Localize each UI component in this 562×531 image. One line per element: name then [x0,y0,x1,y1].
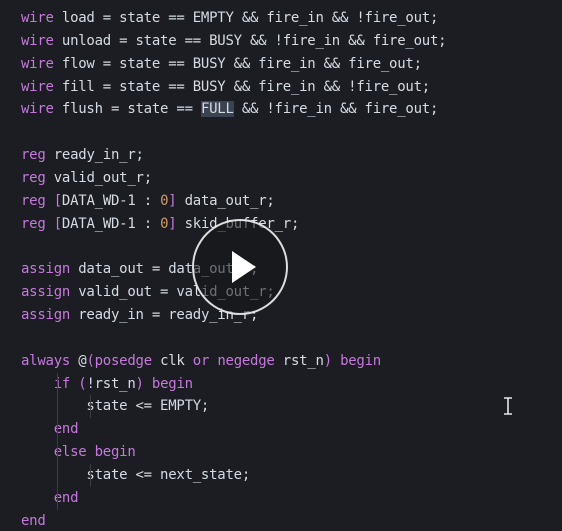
code-token: valid_out_r; [45,169,152,186]
keyword-token: reg [21,192,46,209]
code-token: fill = state == BUSY && fire_in && !fire… [53,78,430,95]
indent-guide [57,463,59,487]
keyword-token: else begin [53,444,136,461]
code-token: ) [323,352,332,369]
code-line[interactable]: reg valid_out_r; [0,167,562,190]
code-line[interactable]: else begin [0,441,562,464]
code-line[interactable]: wire flow = state == BUSY && fire_in && … [0,53,562,76]
keyword-token: or [192,352,210,369]
keyword-token: end [21,512,46,529]
code-editor[interactable]: wire load = state == EMPTY && fire_in &&… [0,0,562,531]
code-line[interactable]: wire unload = state == BUSY && !fire_in … [0,30,562,53]
code-token: [ [53,215,62,232]
code-token: [ [53,192,62,209]
play-icon [232,251,256,283]
code-token: state <= next_state; [21,466,251,483]
keyword-token: reg [21,169,46,186]
code-line[interactable]: reg [DATA_WD-1 : 0] data_out_r; [0,190,562,213]
keyword-token: if [53,375,71,392]
indent-guide [89,463,91,487]
keyword-token: begin [151,375,193,392]
keyword-token: begin [340,352,381,369]
code-token: ( [86,352,95,369]
code-token: unload = state == BUSY && !fire_in && fi… [53,32,447,49]
keyword-token: reg [21,147,46,164]
keyword-token: always [21,352,71,369]
code-token: load = state == EMPTY && fire_in && !fir… [53,10,439,26]
code-token: flush = state == [53,101,201,118]
keyword-token: wire [21,101,54,118]
keyword-token: wire [21,32,54,49]
code-line[interactable]: wire load = state == EMPTY && fire_in &&… [0,7,562,30]
indent-guide [57,418,59,442]
code-line[interactable]: wire fill = state == BUSY && fire_in && … [0,76,562,99]
keyword-token: negedge [217,352,275,369]
keyword-token: posedge [94,352,153,369]
code-line[interactable]: end [0,418,562,442]
code-token: DATA_WD-1 : [61,215,161,232]
play-button[interactable] [192,219,288,315]
text-cursor-icon [504,397,512,415]
code-token: @ [70,352,87,369]
indent-guide [57,441,59,464]
code-line[interactable]: reg ready_in_r; [0,144,562,167]
keyword-token: assign [21,306,71,323]
code-token: ) [135,375,144,392]
indent-guide [57,486,59,510]
blank-line[interactable] [0,121,562,144]
code-line[interactable]: end [0,510,562,531]
indent-guide [57,395,59,419]
code-line[interactable]: state <= EMPTY; [0,395,562,419]
keyword-token: wire [21,78,54,95]
code-line[interactable]: state <= next_state; [0,463,562,487]
code-token: !rst_n [86,375,136,392]
indent-guide [57,372,59,396]
code-token: rst_n [274,352,324,369]
keyword-token: assign [21,284,71,301]
code-token: data_out_r; [176,192,275,209]
keyword-token: wire [21,55,54,72]
code-token: clk [151,352,193,369]
keyword-token: wire [21,10,54,26]
indent-guide [89,395,91,419]
keyword-token: reg [21,215,46,232]
code-token: ready_in_r; [45,147,144,164]
code-token: DATA_WD-1 : [61,192,161,209]
blank-line[interactable] [0,327,562,350]
code-line[interactable]: always @(posedge clk or negedge rst_n) b… [0,350,562,373]
code-line[interactable]: if (!rst_n) begin [0,372,562,396]
selected-token: FULL [200,101,234,118]
keyword-token: assign [21,261,71,278]
code-token: state <= EMPTY; [21,398,210,415]
code-line[interactable]: end [0,486,562,510]
code-token: flow = state == BUSY && fire_in && fire_… [53,55,422,72]
code-token: && !fire_in && fire_out; [233,101,439,118]
code-line[interactable]: wire flush = state == FULL && !fire_in &… [0,98,562,121]
